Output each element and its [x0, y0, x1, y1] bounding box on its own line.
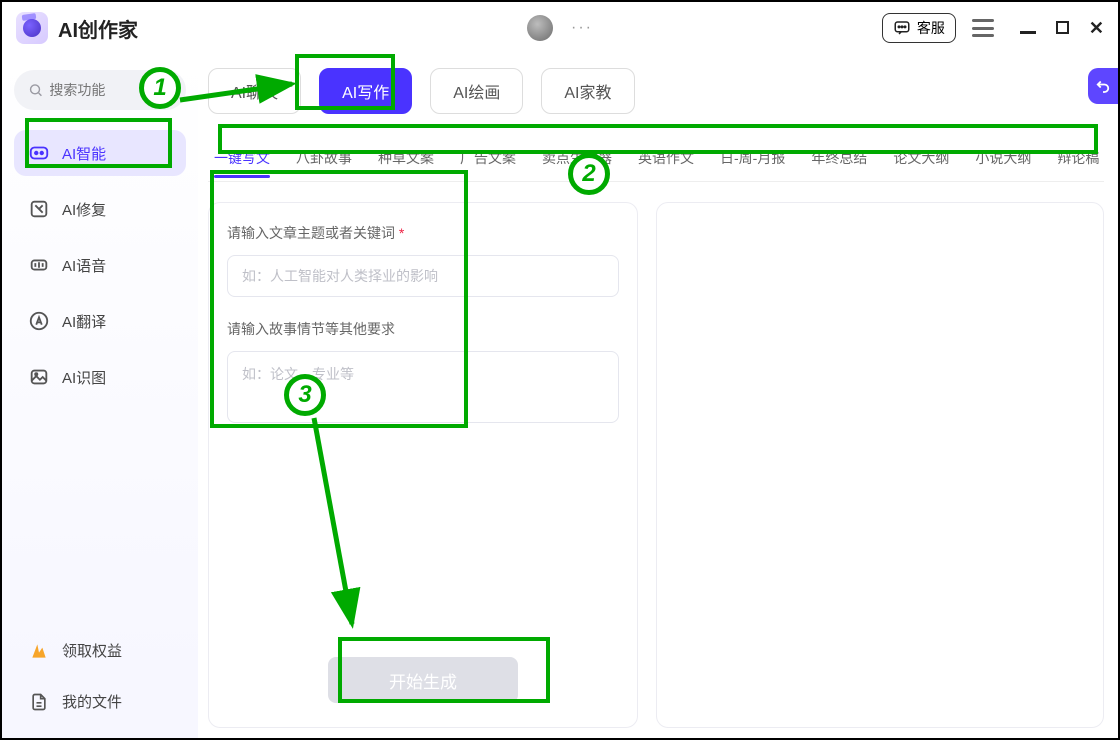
search-icon	[28, 81, 43, 99]
topic-input[interactable]	[227, 255, 619, 297]
sidebar: AI智能 AI修复 AI语音 AI翻译	[2, 54, 198, 738]
subtab-thesis-outline[interactable]: 论文大纲	[893, 148, 949, 178]
sidebar-item-ai-image[interactable]: AI识图	[14, 354, 186, 400]
main: AI聊天 AI写作 AI绘画 AI家教 一键写文 八卦故事 种草文案 广告文案 …	[198, 54, 1118, 738]
subtab-english-essay[interactable]: 英语作文	[638, 148, 694, 178]
subtab-year-summary[interactable]: 年终总结	[811, 148, 867, 178]
sidebar-item-label: AI智能	[62, 143, 106, 164]
sidebar-item-ai-smart[interactable]: AI智能	[14, 130, 186, 176]
window-maximize-button[interactable]	[1056, 18, 1069, 39]
sidebar-item-label: AI识图	[62, 367, 106, 388]
search-box[interactable]	[14, 70, 186, 110]
sidebar-item-benefits[interactable]: 领取权益	[14, 630, 186, 671]
sidebar-item-label: AI语音	[62, 255, 106, 276]
sidebar-item-label: 领取权益	[62, 640, 122, 661]
customer-service-label: 客服	[917, 18, 945, 38]
app-title: AI创作家	[58, 14, 138, 43]
tab-ai-chat[interactable]: AI聊天	[208, 68, 301, 114]
sub-tab-row: 一键写文 八卦故事 种草文案 广告文案 卖点生成器 英语作文 日-周-月报 年终…	[208, 144, 1104, 182]
chat-icon	[893, 19, 911, 37]
customer-service-button[interactable]: 客服	[882, 13, 956, 43]
subtab-ad-copy[interactable]: 广告文案	[460, 148, 516, 178]
history-back-button[interactable]	[1088, 68, 1118, 104]
window-minimize-button[interactable]	[1020, 18, 1036, 39]
ai-smart-icon	[28, 142, 50, 164]
subtab-report[interactable]: 日-周-月报	[720, 148, 785, 178]
file-icon	[28, 692, 50, 712]
image-icon	[28, 366, 50, 388]
sidebar-item-my-files[interactable]: 我的文件	[14, 681, 186, 722]
input-form-panel: 请输入文章主题或者关键词 * 请输入故事情节等其他要求 开始生成	[208, 202, 638, 728]
undo-icon	[1094, 77, 1112, 95]
subtab-planting-copy[interactable]: 种草文案	[378, 148, 434, 178]
voice-icon	[28, 254, 50, 276]
subtab-selling-point[interactable]: 卖点生成器	[542, 148, 612, 178]
app-logo-icon	[16, 12, 48, 44]
sidebar-item-label: AI修复	[62, 199, 106, 220]
tab-ai-drawing[interactable]: AI绘画	[430, 68, 523, 114]
titlebar: AI创作家 ··· 客服 ✕	[2, 2, 1118, 54]
sidebar-item-label: 我的文件	[62, 691, 122, 712]
extra-input[interactable]	[227, 351, 619, 423]
sidebar-item-ai-translate[interactable]: AI翻译	[14, 298, 186, 344]
tab-ai-tutor[interactable]: AI家教	[541, 68, 634, 114]
search-input[interactable]	[49, 82, 172, 98]
avatar[interactable]	[527, 15, 553, 41]
topic-label: 请输入文章主题或者关键词 *	[227, 223, 619, 243]
sidebar-item-ai-repair[interactable]: AI修复	[14, 186, 186, 232]
sidebar-item-label: AI翻译	[62, 311, 106, 332]
more-icon[interactable]: ···	[571, 19, 593, 37]
sidebar-item-ai-voice[interactable]: AI语音	[14, 242, 186, 288]
subtab-novel-outline[interactable]: 小说大纲	[975, 148, 1031, 178]
window-close-button[interactable]: ✕	[1089, 18, 1104, 39]
tab-ai-writing[interactable]: AI写作	[319, 68, 412, 114]
generate-button[interactable]: 开始生成	[328, 657, 518, 703]
repair-icon	[28, 198, 50, 220]
extra-label: 请输入故事情节等其他要求	[227, 319, 619, 339]
subtab-debate[interactable]: 辩论稿	[1057, 148, 1099, 178]
top-tab-row: AI聊天 AI写作 AI绘画 AI家教	[208, 68, 1104, 114]
topic-label-text: 请输入文章主题或者关键词	[227, 225, 395, 241]
subtab-one-click[interactable]: 一键写文	[214, 148, 270, 178]
nav-list: AI智能 AI修复 AI语音 AI翻译	[14, 130, 186, 400]
benefit-icon	[28, 641, 50, 661]
required-asterisk: *	[399, 225, 404, 241]
menu-icon[interactable]	[972, 19, 994, 37]
output-panel	[656, 202, 1104, 728]
translate-icon	[28, 310, 50, 332]
subtab-gossip-story[interactable]: 八卦故事	[296, 148, 352, 178]
